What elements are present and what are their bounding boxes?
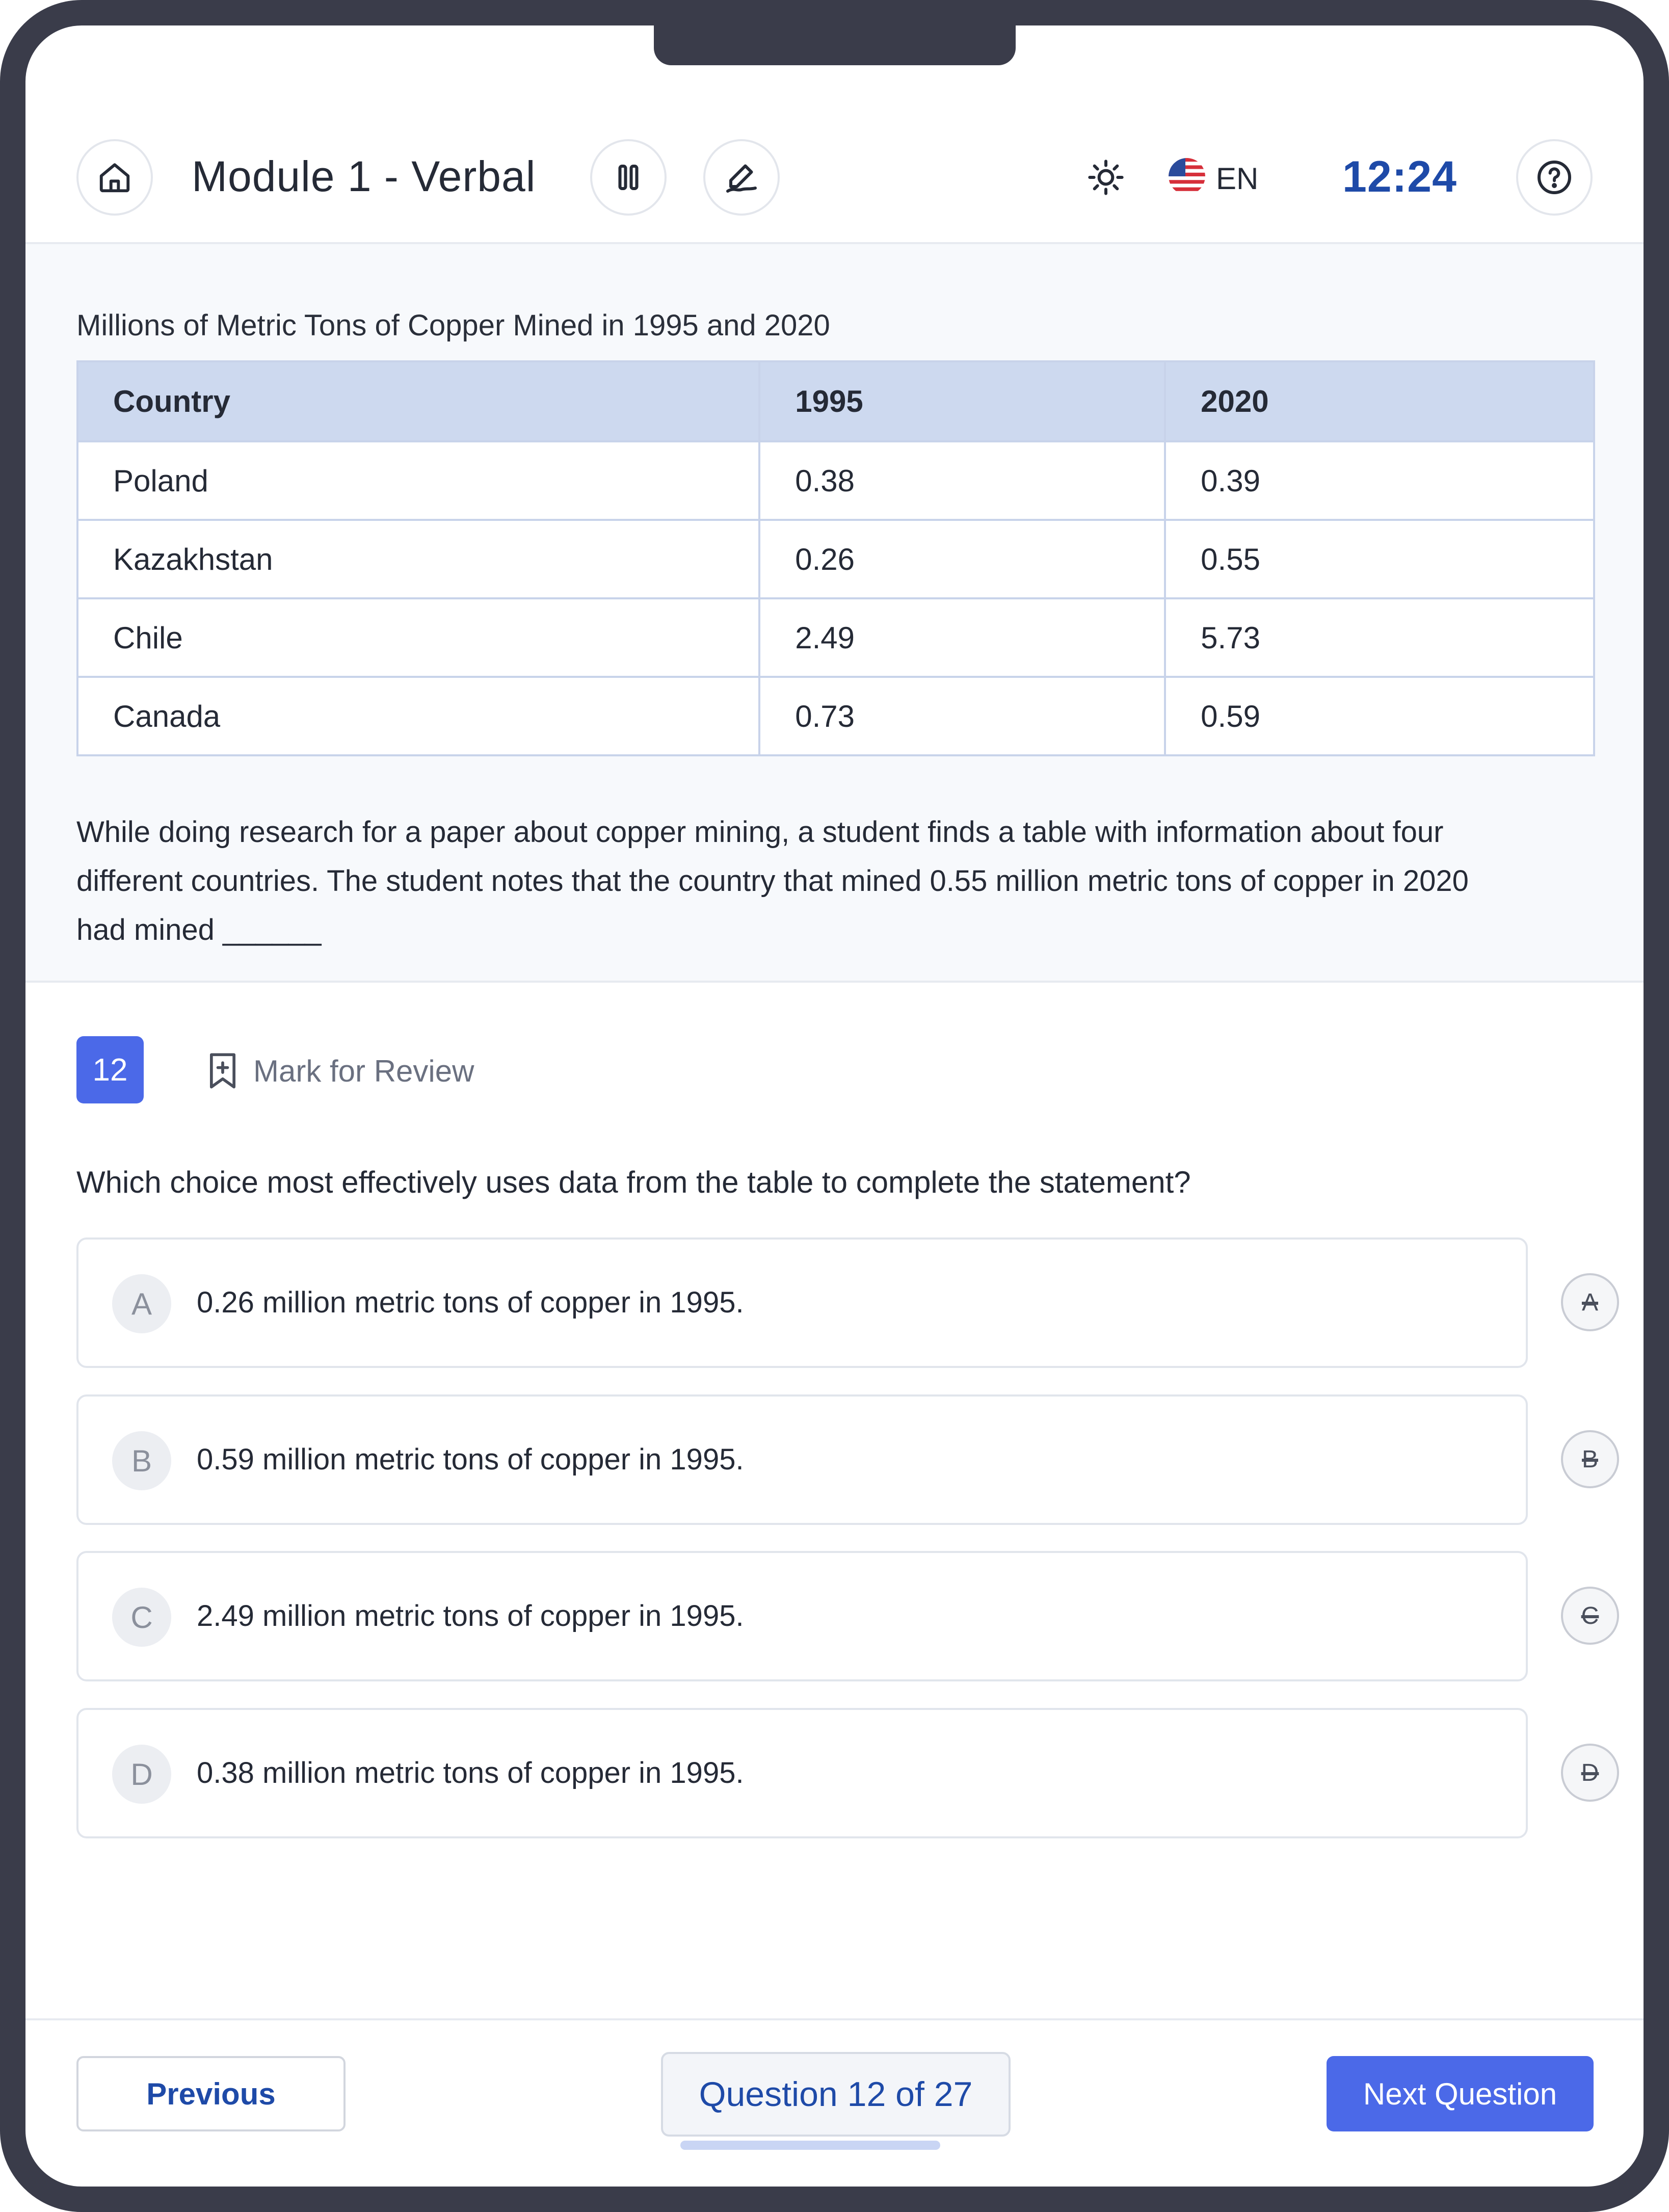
annotate-button[interactable] [703, 139, 780, 216]
device-frame: Module 1 - Verbal EN 12:24 Millions of M… [0, 0, 1669, 2212]
annotate-icon [726, 164, 757, 193]
help-button[interactable] [1516, 139, 1593, 216]
table-cell: 2.49 [758, 597, 1167, 678]
answer-choice-d[interactable]: D 0.38 million metric tons of copper in … [76, 1708, 1528, 1838]
table-cell: 0.59 [1164, 676, 1595, 756]
home-button[interactable] [76, 139, 153, 216]
strike-choice-a-button[interactable]: A [1561, 1273, 1619, 1331]
table-cell: 0.38 [758, 440, 1167, 521]
help-icon [1538, 161, 1571, 194]
pause-button[interactable] [590, 139, 667, 216]
choice-letter: C [112, 1588, 171, 1647]
table-cell: Poland [76, 440, 761, 521]
table-caption: Millions of Metric Tons of Copper Mined … [76, 309, 830, 342]
countdown-timer: 12:24 [1342, 152, 1457, 201]
data-table: Country 1995 2020 Poland 0.38 0.39 Kazak… [76, 360, 1595, 756]
pause-icon [618, 164, 639, 191]
table-row: Poland 0.38 0.39 [76, 440, 1595, 521]
table-cell: Kazakhstan [76, 519, 761, 599]
answer-choice-c[interactable]: C 2.49 million metric tons of copper in … [76, 1551, 1528, 1681]
choice-text: 0.59 million metric tons of copper in 19… [197, 1443, 744, 1476]
table-cell: 0.55 [1164, 519, 1595, 599]
passage-line: had mined ______ [76, 913, 322, 946]
mark-for-review-toggle[interactable]: Mark for Review [206, 1051, 474, 1090]
table-cell: 0.26 [758, 519, 1167, 599]
column-header: 2020 [1164, 360, 1595, 442]
table-cell: 0.39 [1164, 440, 1595, 521]
choice-letter: D [112, 1745, 171, 1804]
mark-for-review-label: Mark for Review [253, 1054, 474, 1088]
home-icon [99, 163, 130, 193]
answer-choice-a[interactable]: A 0.26 million metric tons of copper in … [76, 1237, 1528, 1368]
question-number-badge: 12 [76, 1036, 144, 1103]
choice-text: 0.26 million metric tons of copper in 19… [197, 1286, 744, 1319]
table-cell: Canada [76, 676, 761, 756]
choice-text: 2.49 million metric tons of copper in 19… [197, 1599, 744, 1632]
app-screen: Module 1 - Verbal EN 12:24 Millions of M… [25, 25, 1644, 2187]
table-cell: 5.73 [1164, 597, 1595, 678]
bookmark-icon [209, 1053, 236, 1089]
column-header: Country [76, 360, 761, 442]
answer-choice-b[interactable]: B 0.59 million metric tons of copper in … [76, 1394, 1528, 1525]
question-navigator-button[interactable]: Question 12 of 27 [661, 2052, 1011, 2137]
question-prompt: Which choice most effectively uses data … [76, 1165, 1191, 1199]
strike-choice-d-button[interactable]: D [1561, 1744, 1619, 1802]
passage-line: different countries. The student notes t… [76, 864, 1469, 898]
language-selector[interactable]: EN [1216, 161, 1258, 196]
us-flag-icon [1169, 158, 1205, 195]
table-row: Canada 0.73 0.59 [76, 676, 1595, 756]
column-header: 1995 [758, 360, 1167, 442]
table-row: Kazakhstan 0.26 0.55 [76, 519, 1595, 599]
table-row: Chile 2.49 5.73 [76, 597, 1595, 678]
home-indicator [680, 2141, 940, 2150]
passage-text: While doing research for a paper about c… [76, 808, 1605, 955]
choice-letter: A [112, 1274, 171, 1333]
previous-button[interactable]: Previous [76, 2056, 346, 2131]
table-header-row: Country 1995 2020 [76, 360, 1595, 442]
next-question-button[interactable]: Next Question [1327, 2056, 1594, 2131]
device-notch [654, 20, 1016, 65]
choice-text: 0.38 million metric tons of copper in 19… [197, 1756, 744, 1789]
brightness-icon[interactable] [1085, 157, 1126, 198]
module-title: Module 1 - Verbal [192, 152, 536, 200]
table-cell: Chile [76, 597, 761, 678]
choice-letter: B [112, 1431, 171, 1490]
bottom-bar: Previous Question 12 of 27 Next Question [25, 2018, 1644, 2187]
strike-choice-c-button[interactable]: C [1561, 1587, 1619, 1645]
table-cell: 0.73 [758, 676, 1167, 756]
strike-choice-b-button[interactable]: B [1561, 1430, 1619, 1488]
passage-line: While doing research for a paper about c… [76, 815, 1444, 849]
